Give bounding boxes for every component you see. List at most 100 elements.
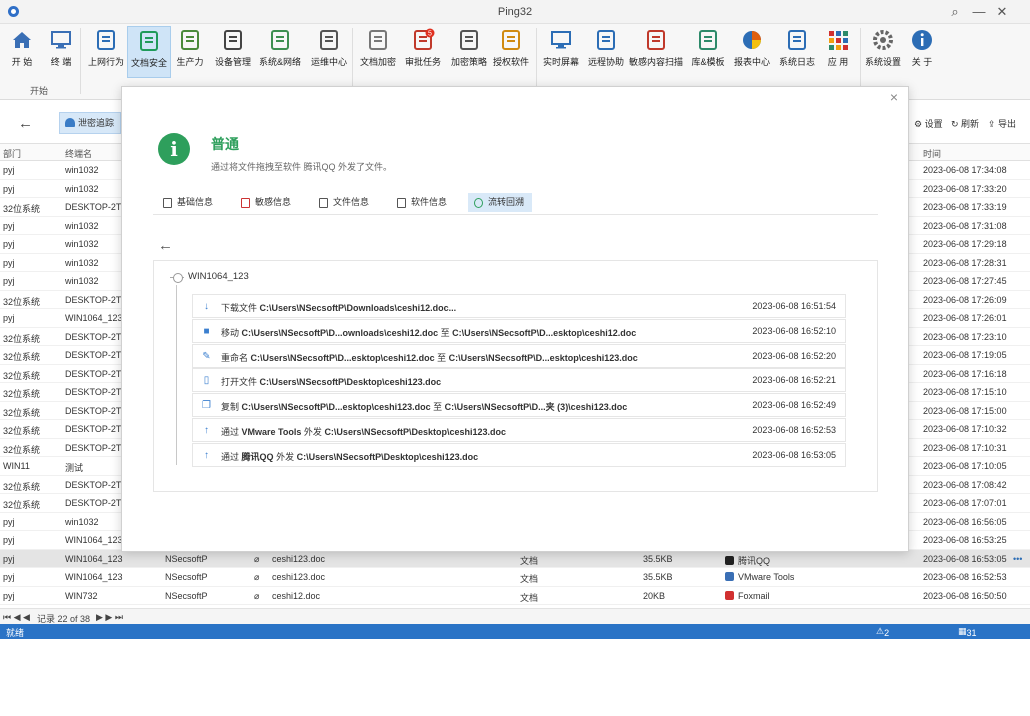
ribbon-button-14[interactable]: 敏感内容扫描	[629, 26, 683, 78]
ribbon-button-3[interactable]: 文档安全	[127, 26, 171, 78]
ribbon-button-13[interactable]: 远程协助	[585, 26, 627, 78]
cell-time: 2023-06-08 16:56:05	[923, 516, 1007, 527]
ribbon-button-11[interactable]: 授权软件	[491, 26, 531, 78]
screen-icon	[551, 31, 571, 49]
cell-time: 2023-06-08 17:33:19	[923, 202, 1007, 212]
window-icon	[397, 198, 406, 208]
cell-dept: pyj	[3, 276, 15, 286]
trace-event[interactable]: ↓ 下载文件 C:\Users\NSecsoftP\Downloads\ceshi…	[192, 294, 846, 318]
ribbon-button-20[interactable]: 关 于	[906, 26, 938, 78]
send-out-icon: ↑	[204, 449, 209, 461]
back-arrow-icon[interactable]: ←	[158, 237, 173, 254]
cell-dept: 32位系统	[3, 481, 41, 492]
col-dept[interactable]: 部门	[3, 147, 21, 160]
ribbon-button-6[interactable]: 系统&网络	[256, 26, 304, 78]
tab-flow-trace[interactable]: 流转回溯	[468, 193, 533, 212]
compat-warning[interactable]: ⚠ 2个兼容性问题	[876, 626, 893, 715]
cell-terminal: win1032	[65, 516, 99, 527]
cell-time: 2023-06-08 16:52:53	[923, 572, 1007, 582]
cell-terminal: WIN1064_123	[65, 535, 123, 545]
trace-event[interactable]: ■ 移动 C:\Users\NSecsoftP\D...ownloads\cesh…	[192, 318, 846, 343]
ribbon-button-4[interactable]: 生产力	[172, 26, 208, 78]
ribbon-button-12[interactable]: 实时屏幕	[541, 26, 581, 78]
close-dialog-button[interactable]: ×	[890, 89, 898, 105]
tab-sensitive-info[interactable]: 敏感信息	[235, 193, 299, 212]
pager-nav-icons[interactable]: ⏮ ◀ ◀	[3, 612, 30, 623]
cell-terminal: DESKTOP-2TU	[65, 442, 128, 453]
history-icon	[474, 198, 483, 208]
cell-type: 文档	[520, 574, 539, 584]
cell-dept: 32位系统	[3, 296, 41, 307]
export-button[interactable]: ⇪ 导出	[988, 117, 1016, 130]
detail-tabs: 基础信息 敏感信息 文件信息 软件信息 流转回溯	[153, 185, 878, 215]
close-window-button[interactable]: ✕	[989, 3, 1015, 21]
download-icon: ↓	[204, 301, 209, 312]
table-row[interactable]: pyj WIN732 2023-06-08 16:50:50 NSecsoftP ⌀ ce…	[0, 587, 1030, 605]
trace-event[interactable]: ↑ 通过 腾讯QQ 外发 C:\Users\NSecsoftP\Desktop\c…	[192, 442, 846, 467]
ribbon-button-9[interactable]: 5 审批任务	[403, 26, 443, 78]
more-icon[interactable]: •••	[1013, 554, 1022, 564]
ribbon-button-5[interactable]: 设备管理	[212, 26, 254, 78]
ribbon-button-16[interactable]: 报表中心	[731, 26, 773, 78]
cell-time: 2023-06-08 17:15:10	[923, 387, 1007, 397]
send-out-icon: ↑	[204, 425, 209, 436]
tab-software-info[interactable]: 软件信息	[391, 193, 455, 212]
ribbon-button-15[interactable]: 库&模板	[688, 26, 728, 78]
terminal-node: WIN1064_123	[170, 271, 249, 283]
refresh-button[interactable]: ↻ 刷新	[951, 117, 979, 130]
trace-event[interactable]: ❐ 复制 C:\Users\NSecsoftP\D...esktop\ceshi1…	[192, 393, 846, 418]
tab-file-info[interactable]: 文件信息	[313, 193, 377, 212]
info-circle-icon: i	[158, 133, 190, 165]
pager-next-icons[interactable]: ▶ ▶ ⏭	[96, 612, 123, 623]
trace-event[interactable]: ✎ 重命名 C:\Users\NSecsoftP\D...esktop\ceshi…	[192, 343, 846, 368]
event-time: 2023-06-08 16:52:20	[752, 350, 836, 361]
ready-text: 就绪	[6, 628, 25, 638]
ribbon-button-1[interactable]: 终 端	[44, 26, 78, 78]
cell-dept: 32位系统	[3, 352, 41, 362]
copy-icon: ❐	[202, 400, 211, 412]
paperclip-icon: ⌀	[254, 590, 260, 601]
ribbon-button-8[interactable]: 文档加密	[357, 26, 399, 78]
col-time[interactable]: 时间	[923, 147, 941, 160]
cell-terminal: DESKTOP-2TU	[65, 368, 128, 379]
trace-event[interactable]: ↑ 通过 VMware Tools 外发 C:\Users\NSecsoftP\D…	[192, 418, 846, 442]
back-arrow-icon[interactable]: ←	[18, 115, 33, 132]
cell-dept: pyj	[3, 313, 15, 323]
cell-dept: pyj	[3, 257, 15, 268]
ribbon-button-10[interactable]: 加密策略	[448, 26, 490, 78]
search-icon[interactable]: ⌕	[942, 3, 968, 21]
ribbon-button-18[interactable]: 应 用	[820, 26, 856, 78]
ribbon-button-2[interactable]: 上网行为	[86, 26, 126, 78]
event-text: 打开文件 C:\Users\NSecsoftP\Desktop\ceshi123…	[221, 377, 442, 388]
table-row[interactable]: pyj WIN1064_123 2023-06-08 16:52:53 NSecsof…	[0, 568, 1030, 587]
event-text: 下载文件 C:\Users\NSecsoftP\Downloads\ceshi1…	[221, 303, 457, 313]
level-title: 普通	[211, 136, 239, 152]
svg-text:5: 5	[428, 31, 432, 38]
table-row[interactable]: pyj WIN1064_123 2023-06-08 16:53:05 NSecsof…	[0, 549, 1030, 568]
pager-bar: ⏮ ◀ ◀ 记录 22 of 38 ▶ ▶ ⏭	[0, 608, 1030, 624]
window-title: Ping32	[497, 6, 533, 18]
ribbon-button-19[interactable]: 系统设置	[863, 26, 903, 78]
usb-icon	[224, 30, 242, 50]
cell-time: 2023-06-08 17:26:09	[923, 294, 1007, 305]
tab-basic-info[interactable]: 基础信息	[157, 193, 221, 212]
monitor-icon	[51, 31, 71, 49]
ribbon-button-0[interactable]: 开 始	[7, 26, 37, 78]
event-text: 移动 C:\Users\NSecsoftP\D...ownloads\ceshi…	[221, 327, 637, 338]
cell-dept: 32位系统	[3, 389, 41, 399]
cell-dept: pyj	[3, 535, 15, 545]
wand-icon	[320, 30, 338, 50]
unread-alerts[interactable]: ▦ 31条未读告警	[958, 626, 977, 702]
timeline-line	[176, 285, 177, 465]
ribbon-button-7[interactable]: 运维中心	[306, 26, 352, 78]
cell-dept: WIN11	[3, 461, 30, 471]
leak-trace-button[interactable]: 泄密追踪	[59, 112, 121, 134]
doc-shield-icon	[140, 31, 158, 51]
col-terminal[interactable]: 终端名	[65, 147, 92, 160]
ribbon-separator	[80, 28, 81, 94]
cell-terminal: DESKTOP-2TU	[65, 294, 128, 305]
settings-button[interactable]: ⚙ 设置	[914, 117, 943, 130]
cloud-icon	[65, 118, 75, 127]
trace-event[interactable]: ▯ 打开文件 C:\Users\NSecsoftP\Desktop\ceshi12…	[192, 368, 846, 393]
ribbon-button-17[interactable]: 系统日志	[776, 26, 818, 78]
